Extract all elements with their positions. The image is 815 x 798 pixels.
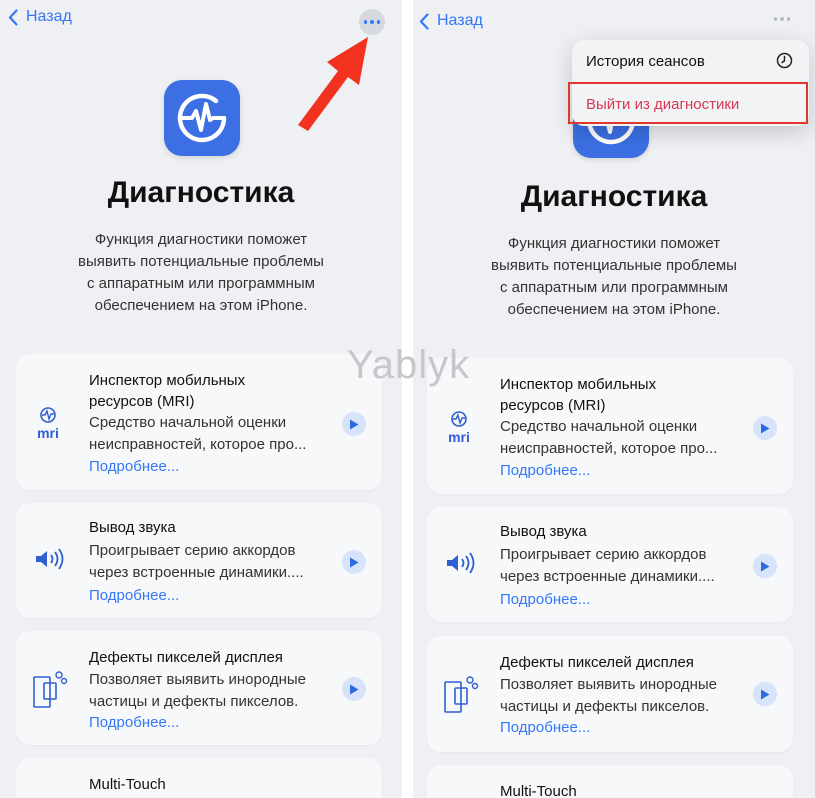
learn-more-link[interactable]: Подробнее...	[89, 714, 179, 731]
play-icon	[350, 419, 359, 429]
test-card-sound[interactable]: Вывод звука Проигрывает серию аккордов че…	[16, 503, 382, 618]
play-button[interactable]	[753, 554, 777, 578]
test-card-display-pixels[interactable]: Дефекты пикселей дисплея Позволяет выяви…	[427, 636, 793, 752]
page-description: Функция диагностики поможет выявить поте…	[78, 231, 324, 314]
back-button[interactable]: Назад	[419, 12, 483, 30]
test-description: Проигрывает серию аккордов через встроенн…	[89, 542, 304, 581]
back-label: Назад	[26, 8, 72, 25]
panel-divider	[402, 0, 413, 798]
test-card-multitouch[interactable]: Multi-Touch	[427, 765, 793, 798]
test-title: Multi-Touch	[89, 776, 166, 793]
display-pixels-icon	[30, 667, 70, 716]
page-description: Функция диагностики поможет выявить поте…	[491, 235, 737, 318]
back-label: Назад	[437, 12, 483, 29]
learn-more-link[interactable]: Подробнее...	[89, 458, 179, 475]
learn-more-link[interactable]: Подробнее...	[500, 719, 590, 736]
mri-icon: mri	[441, 410, 477, 446]
test-description: Проигрывает серию аккордов через встроенн…	[500, 546, 715, 585]
context-menu: История сеансов Выйти из диагностики	[568, 40, 809, 126]
back-button[interactable]: Назад	[8, 8, 72, 26]
play-icon	[350, 557, 359, 567]
test-title: Multi-Touch	[500, 783, 577, 798]
test-title: Дефекты пикселей дисплея	[500, 654, 694, 671]
test-card-mri[interactable]: mri Инспектор мобильных ресурсов (MRI) Ср…	[427, 358, 793, 494]
mri-icon: mri	[30, 406, 66, 442]
play-button[interactable]	[753, 416, 777, 440]
play-button[interactable]	[342, 412, 366, 436]
test-title: Дефекты пикселей дисплея	[89, 649, 283, 666]
speaker-icon	[441, 551, 477, 580]
watermark: Yablyk	[347, 343, 471, 387]
test-title: Вывод звука	[89, 519, 176, 536]
more-dot	[376, 20, 381, 24]
play-button[interactable]	[753, 682, 777, 706]
test-card-display-pixels[interactable]: Дефекты пикселей дисплея Позволяет выяви…	[16, 631, 382, 745]
more-button[interactable]	[769, 6, 795, 32]
test-description: Позволяет выявить инородные частицы и деф…	[89, 671, 306, 710]
play-button[interactable]	[342, 550, 366, 574]
more-dot	[780, 17, 784, 21]
menu-item-session-history[interactable]: История сеансов	[586, 53, 705, 70]
diagnostics-app-icon	[164, 80, 240, 156]
test-card-sound[interactable]: Вывод звука Проигрывает серию аккордов че…	[427, 507, 793, 622]
more-dot	[370, 20, 374, 24]
display-pixels-icon	[441, 672, 481, 721]
play-icon	[761, 561, 770, 571]
page-title: Диагностика	[520, 180, 708, 213]
test-title: Инспектор мобильных ресурсов (MRI)	[89, 372, 246, 410]
more-dot	[363, 20, 368, 24]
annotation-arrow-icon	[298, 37, 368, 131]
play-button[interactable]	[342, 677, 366, 701]
speaker-icon	[30, 547, 66, 576]
more-dot	[786, 17, 791, 21]
learn-more-link[interactable]: Подробнее...	[89, 587, 179, 604]
more-dot	[773, 17, 778, 21]
play-icon	[350, 684, 359, 694]
test-description: Позволяет выявить инородные частицы и деф…	[500, 676, 717, 715]
page-title: Диагностика	[107, 176, 295, 209]
clock-icon	[776, 52, 793, 69]
test-title: Инспектор мобильных ресурсов (MRI)	[500, 376, 657, 414]
test-card-mri[interactable]: mri Инспектор мобильных ресурсов (MRI) Ср…	[16, 354, 382, 490]
pulse-icon	[177, 93, 227, 143]
test-title: Вывод звука	[500, 523, 587, 540]
chevron-left-icon	[8, 8, 18, 26]
test-card-multitouch[interactable]: Multi-Touch	[16, 758, 382, 798]
learn-more-link[interactable]: Подробнее...	[500, 462, 590, 479]
play-icon	[761, 423, 770, 433]
test-description: Средство начальной оценки неисправностей,…	[89, 414, 307, 453]
chevron-left-icon	[419, 12, 429, 30]
menu-item-exit-diagnostics[interactable]: Выйти из диагностики	[586, 96, 739, 113]
learn-more-link[interactable]: Подробнее...	[500, 591, 590, 608]
play-icon	[761, 689, 770, 699]
test-description: Средство начальной оценки неисправностей,…	[500, 418, 718, 457]
